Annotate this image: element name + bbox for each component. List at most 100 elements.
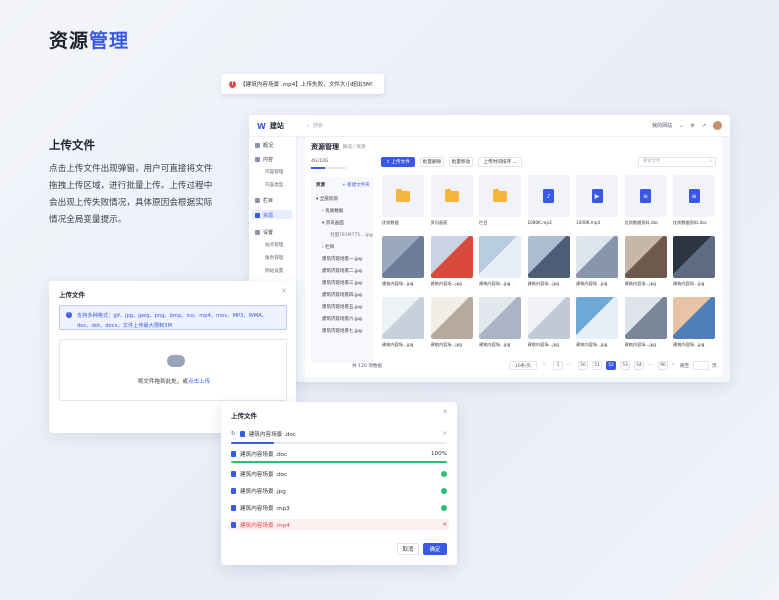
page-size-select[interactable]: 10条/页 — [509, 361, 537, 370]
sidebar-sub-content-type[interactable]: 内容类型 — [265, 182, 283, 188]
grid-item[interactable]: ♪ 1080K.mp3 — [527, 175, 570, 228]
grid-item[interactable]: 建筑内容场...jpg — [527, 297, 570, 350]
doc-file-icon: ≡ — [688, 189, 700, 203]
sidebar-sub-role[interactable]: 角色管理 — [265, 255, 283, 261]
tree-item[interactable]: 建筑内容场景四.jpg — [322, 292, 362, 298]
batch-move-button[interactable]: 批量移动 — [449, 157, 473, 167]
sidebar-item-settings[interactable]: 设置 — [255, 229, 273, 236]
sidebar-item-overview[interactable]: 概况 — [255, 142, 273, 149]
thumbnail — [624, 236, 667, 278]
grid-item[interactable]: 建筑内容场...jpg — [624, 236, 667, 289]
capacity-label: 4G/10G — [311, 159, 329, 164]
tree-item[interactable]: 建筑内容场景二.jpg — [322, 268, 362, 274]
top-bar: W 建站 ⌕ 搜索 我的网站 ⌄ ⚙ ↗ — [249, 115, 730, 137]
page-50[interactable]: 50 — [578, 361, 588, 370]
grid-item[interactable]: 建筑内容场...jpg — [624, 297, 667, 350]
site-switcher[interactable]: 我的网站 — [652, 122, 672, 129]
page-54[interactable]: 54 — [634, 361, 644, 370]
avatar[interactable] — [713, 121, 722, 130]
grid-item[interactable]: ▶ 1000K.mp4 — [576, 175, 618, 228]
tree-item[interactable]: 建筑内容场景三.jpg — [322, 280, 362, 286]
audio-file-icon: ♪ — [543, 189, 554, 203]
grid-item[interactable]: ≡ 优质数据资料.doc — [673, 175, 715, 228]
sidebar-sub-site[interactable]: 站点管理 — [265, 242, 283, 248]
upload-button[interactable]: ⇪ 上传文件 — [381, 157, 415, 167]
tree-item[interactable]: 建筑内容场景五.jpg — [322, 304, 362, 310]
tree-item[interactable]: 建筑内容场景一.jpg — [322, 256, 362, 262]
grid-item[interactable]: 建筑内容场...jpg — [479, 297, 521, 350]
external-link-icon[interactable]: ↗ — [702, 123, 706, 129]
gear-icon — [255, 230, 260, 235]
thumbnail — [382, 236, 424, 278]
thumbnail — [624, 297, 667, 339]
settings-icon[interactable]: ⚙ — [690, 123, 694, 129]
goto-input[interactable] — [693, 361, 709, 370]
grid-item[interactable]: 建筑内容场...jpg — [382, 297, 424, 350]
grid-item[interactable]: 栏目 — [479, 175, 521, 228]
sidebar-item-column[interactable]: 栏目 — [255, 197, 273, 204]
thumbnail — [479, 297, 521, 339]
prev-page-icon[interactable]: ‹ — [543, 362, 545, 367]
confirm-button[interactable]: 确定 — [423, 543, 447, 555]
page-51[interactable]: 51 — [592, 361, 602, 370]
thumbnail — [382, 175, 424, 217]
file-icon — [239, 431, 245, 437]
chevron-down-icon: ⌄ — [511, 159, 517, 165]
grid-item[interactable]: 建筑内容场...jpg — [576, 297, 618, 350]
folder-tree: 资源 + 新建文件夹 ▾ 全部资源 › 优质数据 ▾ 资讯画面 封面783M77… — [311, 177, 373, 363]
tree-node-column[interactable]: › 栏目 — [322, 244, 334, 250]
tree-node-material[interactable]: ▾ 资讯画面 — [322, 220, 344, 226]
grid-item[interactable]: 建筑内容场...jpg — [430, 297, 473, 350]
page-52-active[interactable]: 52 — [606, 361, 616, 370]
remove-icon[interactable]: ✕ — [442, 431, 447, 437]
cancel-button[interactable]: 取消 — [397, 543, 419, 555]
sort-select[interactable]: 上传时间排序 ⌄ — [478, 157, 522, 167]
tree-node-excellent[interactable]: › 优质数据 — [322, 208, 343, 214]
thumbnail: ♪ — [527, 175, 570, 217]
new-folder-button[interactable]: + 新建文件夹 — [342, 182, 370, 188]
global-search[interactable]: ⌕ 搜索 — [307, 122, 323, 130]
tree-item[interactable]: 建筑内容场景六.jpg — [322, 316, 362, 322]
grid-item-caption: 优质数据资料.doc — [673, 220, 707, 225]
file-icon — [231, 451, 236, 457]
home-icon — [255, 143, 260, 148]
next-page-icon[interactable]: › — [672, 362, 674, 367]
grid-item[interactable]: 建筑内容场...jpg — [527, 236, 570, 289]
search-icon: ⌕ — [307, 122, 310, 129]
grid-item-caption: 建筑内容场...jpg — [430, 342, 462, 347]
close-icon[interactable]: ✕ — [281, 287, 287, 295]
grid-item[interactable]: ≡ 优质数据资料.doc — [624, 175, 667, 228]
page-90[interactable]: 90 — [658, 361, 668, 370]
top-right-area: 我的网站 ⌄ ⚙ ↗ — [652, 121, 722, 130]
page-1[interactable]: 1 — [553, 361, 563, 370]
sidebar-sub-content-mgmt[interactable]: 内容管理 — [265, 169, 283, 175]
file-icon — [231, 488, 236, 494]
tree-item[interactable]: 建筑内容场景七.jpg — [322, 328, 362, 334]
grid-item[interactable]: 建筑内容场...jpg — [673, 297, 715, 350]
app-window: W 建站 ⌕ 搜索 我的网站 ⌄ ⚙ ↗ 概况 内容 内容管理 内容类型 栏目 资源… — [249, 115, 730, 382]
grid-item[interactable]: 建筑内容场...jpg — [430, 236, 473, 289]
brand-logo[interactable]: W 建站 — [257, 121, 284, 131]
click-upload-link[interactable]: 点击上传 — [188, 379, 210, 385]
error-icon[interactable]: ✕ — [442, 522, 447, 528]
video-file-icon: ▶ — [591, 189, 603, 203]
batch-delete-button[interactable]: 批量删除 — [420, 157, 444, 167]
sidebar-item-content[interactable]: 内容 — [255, 156, 273, 163]
sidebar-sub-config[interactable]: 网站设置 — [265, 268, 283, 274]
grid-item[interactable]: 优质数据 — [382, 175, 424, 228]
tree-node-all[interactable]: ▾ 全部资源 — [316, 196, 338, 202]
sidebar-item-resource[interactable]: 资源 — [255, 212, 273, 219]
grid-item[interactable]: 资讯画面 — [430, 175, 473, 228]
file-search-input[interactable]: 搜索文件 ⌕ — [638, 157, 716, 167]
grid-item-caption: 建筑内容场...jpg — [527, 281, 559, 286]
grid-item[interactable]: 建筑内容场...jpg — [479, 236, 521, 289]
close-icon[interactable]: ✕ — [442, 408, 448, 416]
drop-zone[interactable]: 将文件拖到此处，或点击上传 — [59, 339, 287, 401]
grid-item[interactable]: 建筑内容场...jpg — [673, 236, 715, 289]
grid-item-caption: 建筑内容场...jpg — [479, 281, 511, 286]
page-53[interactable]: 53 — [620, 361, 630, 370]
grid-item[interactable]: 建筑内容场...jpg — [576, 236, 618, 289]
grid-item[interactable]: 建筑内容场...jpg — [382, 236, 424, 289]
tree-file[interactable]: 封面783M775....jpg — [330, 232, 373, 238]
thumbnail — [430, 175, 473, 217]
